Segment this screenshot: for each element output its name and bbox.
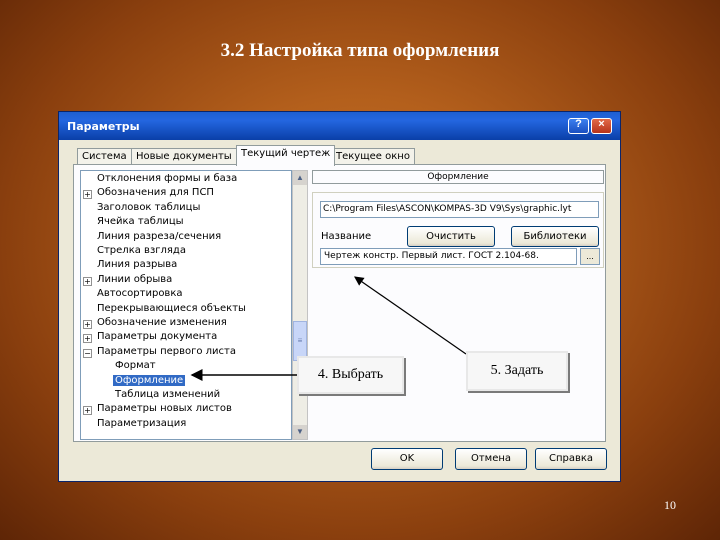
tree-item[interactable]: + Обозначение изменения [81,317,291,331]
tree-item[interactable]: Стрелка взгляда [81,245,291,259]
tree-item[interactable]: Формат [81,360,291,374]
browse-button[interactable]: ... [580,248,600,265]
parameters-dialog: Параметры ? × Система Новые документы Те… [58,111,621,482]
tree-scrollbar[interactable]: ▲ ≡ ▼ [292,170,308,440]
tree-item-label: Обозначения для ПСП [97,187,214,199]
name-label: Название [321,231,372,242]
annotation-select: 4. Выбрать [297,356,404,394]
tree-item[interactable]: Ячейка таблицы [81,216,291,230]
tree-item-label: Заголовок таблицы [97,201,201,213]
layout-name-field[interactable]: Чертеж констр. Первый лист. ГОСТ 2.104-6… [320,248,577,265]
tree-item-label: Стрелка взгляда [97,245,186,256]
tab-new-documents[interactable]: Новые документы [131,148,237,165]
tab-panel: Отклонения формы и база + Обозначения для … [73,164,606,442]
tree-item-label: Параметризация [97,417,187,429]
tree-item-label: Обозначение изменения [97,317,227,328]
scroll-thumb[interactable]: ≡ [293,321,307,361]
collapse-icon[interactable]: − [83,348,92,358]
tree-item-label: Автосортировка [97,288,183,300]
scroll-down-icon[interactable]: ▼ [293,425,307,439]
expand-icon[interactable]: + [83,190,92,200]
tree-item[interactable]: Таблица изменений [81,389,291,403]
settings-tree[interactable]: Отклонения формы и база + Обозначения для … [80,170,292,440]
tree-item-label: Таблица изменений [115,389,221,400]
tree-item-label: Параметры первого листа [97,345,237,357]
close-button[interactable]: × [591,118,612,134]
question-icon: ? [575,118,582,130]
clear-button[interactable]: Очистить [407,226,495,247]
tree-item[interactable]: + Линии обрыва [81,274,291,288]
dialog-title: Параметры [67,120,140,133]
expand-icon[interactable]: + [83,406,92,416]
tree-item[interactable]: Параметризация [81,418,291,432]
tab-current-window[interactable]: Текущее окно [331,148,415,165]
tree-item[interactable]: − Параметры первого листа [81,346,291,360]
tree-item-label: Линия разрыва [97,259,178,271]
annotation-set: 5. Задать [466,351,568,391]
tree-item[interactable]: Оформление [81,374,291,389]
library-path-field[interactable]: C:\Program Files\ASCON\KOMPAS-3D V9\Sys\… [320,201,599,218]
layout-group-header: Оформление [312,170,604,184]
cancel-button[interactable]: Отмена [455,448,527,470]
expand-icon[interactable]: + [83,276,92,286]
slide-number: 10 [664,498,676,512]
tree-item[interactable]: Заголовок таблицы [81,202,291,216]
grip-icon: ≡ [297,336,303,345]
tree-item[interactable]: Отклонения формы и база [81,173,291,187]
tree-item[interactable]: Автосортировка [81,288,291,302]
dialog-titlebar[interactable]: Параметры ? × [59,112,620,140]
tree-item[interactable]: Перекрывающиеся объекты [81,303,291,317]
tree-item-label: Оформление [113,374,186,386]
tree-item[interactable]: Линия разреза/сечения [81,231,291,245]
tree-item-label: Параметры новых листов [97,403,232,415]
tree-item[interactable]: + Обозначения для ПСП [81,187,291,201]
expand-icon[interactable]: + [83,334,92,344]
tab-system[interactable]: Система [77,148,132,165]
libraries-button[interactable]: Библиотеки [511,226,599,247]
tree-item-label: Ячейка таблицы [97,216,184,228]
scroll-up-icon[interactable]: ▲ [293,171,307,185]
help-titlebar-button[interactable]: ? [568,118,589,134]
expand-icon[interactable]: + [83,320,92,329]
ok-button[interactable]: OK [371,448,443,470]
tree-item-label: Линии обрыва [97,273,173,285]
tree-item-label: Линия разреза/сечения [97,230,222,242]
tree-item[interactable]: Линия разрыва [81,259,291,273]
layout-group-box: C:\Program Files\ASCON\KOMPAS-3D V9\Sys\… [312,192,604,268]
tree-item[interactable]: + Параметры документа [81,331,291,345]
tree-item-label: Перекрывающиеся объекты [97,302,246,314]
help-button[interactable]: Справка [535,448,607,470]
tree-item-label: Отклонения формы и база [97,173,238,184]
tree-item[interactable]: + Параметры новых листов [81,403,291,417]
slide-title: 3.2 Настройка типа оформления [220,40,500,61]
tree-item-label: Параметры документа [97,331,218,343]
settings-right-panel: Оформление C:\Program Files\ASCON\KOMPAS… [312,170,604,437]
tab-current-drawing[interactable]: Текущий чертеж [236,145,336,166]
tree-item-label: Формат [115,360,156,372]
close-icon: × [598,118,605,130]
